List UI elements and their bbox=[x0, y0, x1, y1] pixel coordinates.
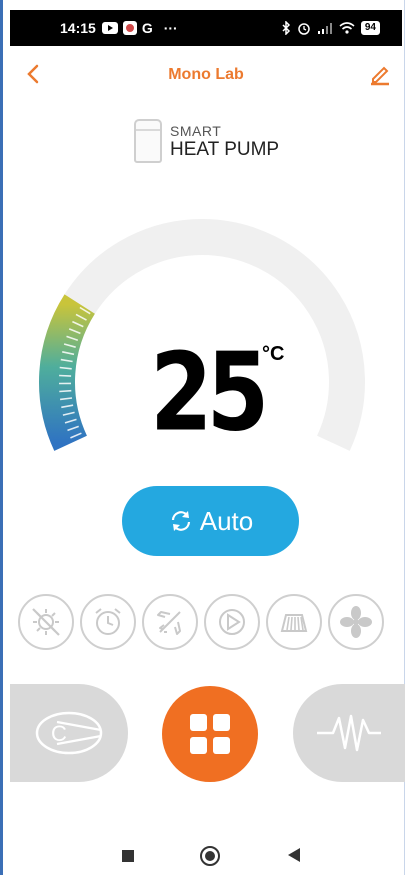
function-mode-row bbox=[18, 594, 404, 654]
recent-apps-button[interactable] bbox=[122, 850, 134, 862]
menu-grid-button[interactable] bbox=[162, 686, 258, 782]
vacation-button[interactable] bbox=[142, 594, 198, 650]
refresh-icon bbox=[171, 511, 190, 531]
start-button[interactable] bbox=[204, 594, 260, 650]
back-button[interactable] bbox=[288, 848, 300, 862]
compressor-icon: C bbox=[35, 711, 103, 755]
temperature-value: 25 bbox=[150, 330, 269, 456]
android-nav-bar bbox=[10, 836, 402, 875]
play-icon bbox=[219, 609, 245, 635]
fan-button[interactable] bbox=[328, 594, 384, 650]
defrost-icon bbox=[280, 614, 308, 632]
waveform-icon bbox=[317, 714, 381, 752]
dial-tick bbox=[59, 389, 72, 393]
app-screen: 14:15 G ··· 94 Mono Lab SMART HEAT PUMP bbox=[0, 0, 405, 875]
compressor-letter: C bbox=[51, 721, 67, 746]
temperature-unit: °C bbox=[262, 343, 285, 365]
compressor-button[interactable]: C bbox=[10, 684, 128, 782]
mode-auto-button[interactable]: Auto bbox=[122, 486, 299, 556]
timer-button[interactable] bbox=[80, 594, 136, 650]
disinfect-icon bbox=[32, 608, 60, 636]
mode-auto-label: Auto bbox=[199, 505, 254, 536]
disinfect-button[interactable] bbox=[18, 594, 74, 650]
dial-tick bbox=[59, 374, 72, 377]
alarm-clock-icon bbox=[95, 608, 121, 635]
airplane-icon bbox=[157, 611, 181, 635]
defrost-button[interactable] bbox=[266, 594, 322, 650]
bottom-controls: C bbox=[0, 682, 405, 792]
home-button[interactable] bbox=[200, 846, 220, 866]
grid-icon bbox=[190, 714, 230, 754]
fan-icon bbox=[340, 606, 372, 638]
waveform-button[interactable] bbox=[293, 684, 405, 782]
